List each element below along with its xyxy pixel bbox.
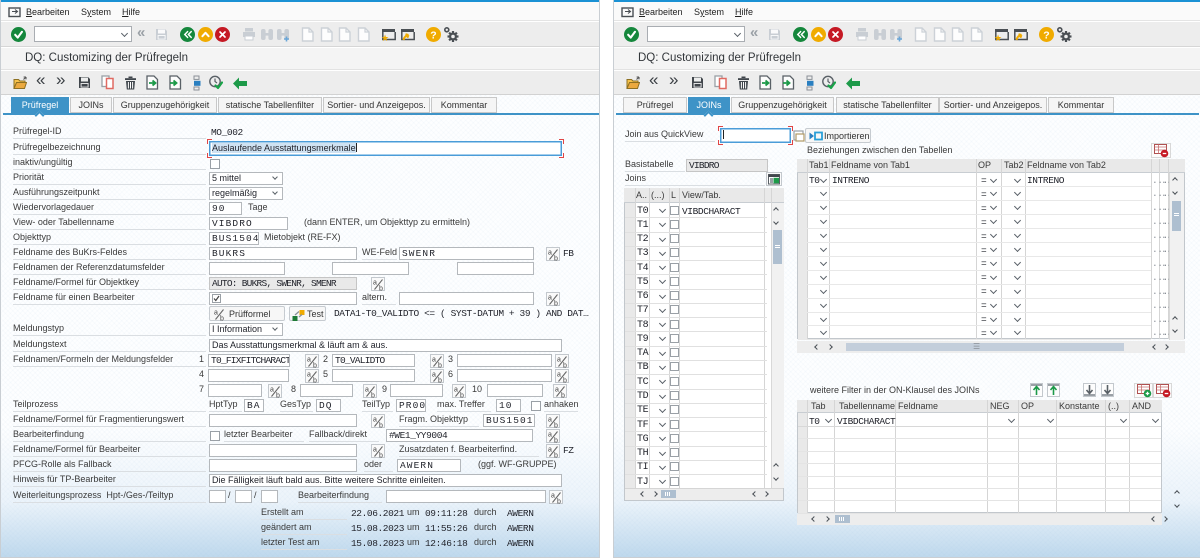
svg-text:a: a (432, 372, 436, 379)
svg-text:b: b (460, 393, 464, 399)
svg-text:b: b (438, 378, 442, 384)
svg-text:b: b (561, 393, 565, 399)
svg-text:a: a (548, 295, 552, 302)
svg-text:b: b (557, 499, 561, 505)
svg-text:a: a (432, 357, 436, 364)
svg-text:?: ? (430, 29, 436, 41)
svg-text:b: b (313, 378, 317, 384)
svg-text:a: a (307, 357, 311, 364)
svg-text:b: b (554, 453, 558, 459)
svg-text:★: ★ (994, 33, 1002, 42)
svg-text:a: a (365, 387, 369, 394)
svg-text:a: a (373, 280, 377, 287)
svg-text:a: a (548, 250, 552, 257)
svg-text:b: b (379, 423, 383, 429)
svg-text:★: ★ (381, 33, 389, 42)
svg-text:a: a (557, 357, 561, 364)
svg-text:?: ? (1043, 29, 1049, 41)
svg-text:b: b (371, 393, 375, 399)
svg-text:a: a (373, 417, 377, 424)
svg-text:b: b (379, 286, 383, 292)
svg-text:b: b (563, 378, 567, 384)
svg-text:a: a (557, 372, 561, 379)
svg-text:b: b (563, 363, 567, 369)
svg-text:a: a (555, 387, 559, 394)
svg-text:b: b (554, 423, 558, 429)
svg-text:b: b (313, 363, 317, 369)
svg-text:a: a (548, 447, 552, 454)
svg-text:a: a (548, 432, 552, 439)
svg-text:b: b (438, 363, 442, 369)
svg-text:b: b (379, 453, 383, 459)
svg-text:a: a (548, 417, 552, 424)
svg-text:a: a (307, 372, 311, 379)
svg-text:a: a (373, 447, 377, 454)
svg-text:a: a (270, 387, 274, 394)
svg-text:b: b (554, 256, 558, 262)
svg-text:b: b (276, 393, 280, 399)
svg-text:a: a (454, 387, 458, 394)
svg-text:b: b (554, 438, 558, 444)
svg-text:b: b (554, 301, 558, 307)
svg-text:a: a (551, 493, 555, 500)
svg-text:a: a (214, 310, 218, 317)
svg-text:b: b (220, 316, 224, 322)
